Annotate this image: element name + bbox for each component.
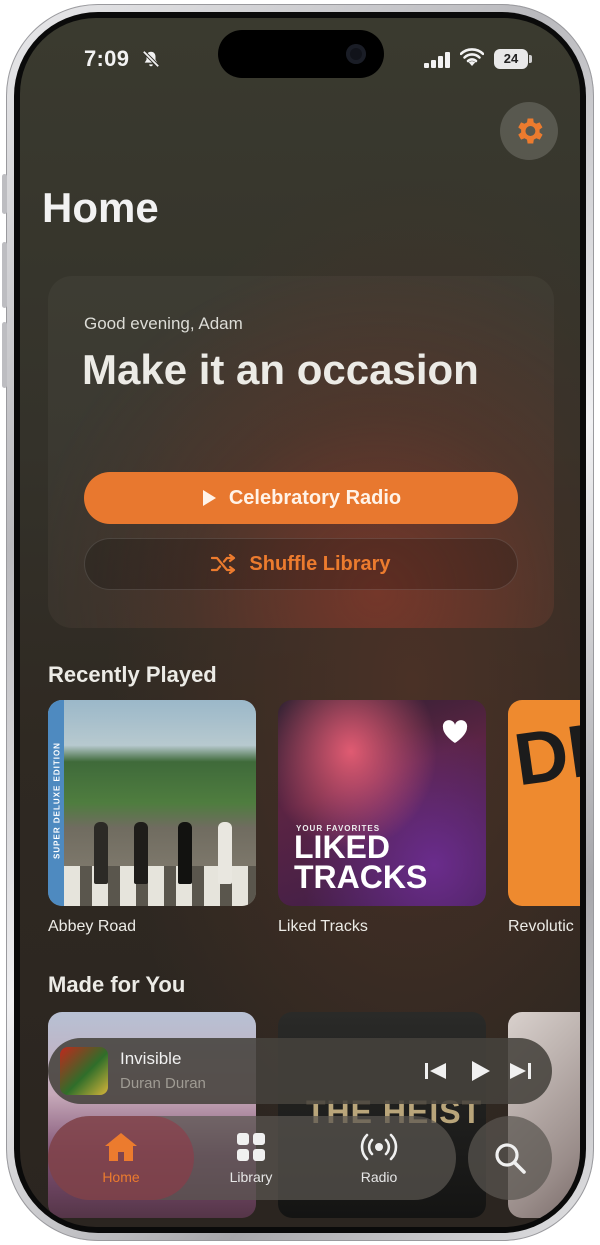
dynamic-island [218, 30, 384, 78]
heart-icon [442, 720, 468, 743]
tab-home-label: Home [102, 1169, 140, 1185]
tab-radio[interactable]: Radio [312, 1116, 446, 1200]
play-icon [472, 1061, 490, 1081]
next-track-button[interactable] [506, 1058, 534, 1084]
page-title: Home [42, 184, 159, 231]
greeting-text: Good evening, Adam [84, 314, 243, 333]
volume-up-button [2, 242, 7, 308]
mini-player[interactable]: Invisible Duran Duran [48, 1038, 552, 1104]
album-band: SUPER DELUXE EDITION [48, 700, 64, 906]
broadcast-icon [360, 1133, 398, 1161]
album-label-revolution: Revolutic [508, 918, 574, 935]
album-card-revolution[interactable]: DIPLO [508, 700, 580, 906]
clock: 7:09 [84, 46, 130, 71]
tab-library[interactable]: Library [184, 1116, 318, 1200]
playlist-label-liked-tracks: Liked Tracks [278, 918, 368, 935]
action-button [2, 174, 7, 214]
walker-figure [134, 822, 148, 884]
house-icon [105, 1133, 137, 1161]
cellular-signal-icon [424, 52, 450, 68]
walker-figure [94, 822, 108, 884]
wifi-icon [460, 48, 484, 66]
shuffle-library-button[interactable]: Shuffle Library [84, 538, 518, 590]
celebratory-radio-label: Celebratory Radio [228, 486, 402, 509]
gear-icon [518, 118, 543, 144]
recently-played-heading: Recently Played [48, 662, 217, 687]
next-icon [510, 1063, 531, 1079]
camera-icon [346, 44, 366, 64]
made-for-you-heading: Made for You [48, 972, 186, 997]
bell-slash-icon [142, 50, 160, 68]
liked-art-title: LIKED TRACKS [294, 829, 428, 895]
tab-home[interactable]: Home [48, 1116, 194, 1200]
previous-track-button[interactable] [422, 1058, 450, 1084]
walker-figure [218, 822, 232, 884]
mini-player-artist: Duran Duran [120, 1075, 206, 1092]
mini-player-title: Invisible [120, 1049, 182, 1068]
grid-icon [237, 1133, 265, 1161]
battery-indicator: 24 [494, 49, 532, 69]
hero-headline: Make it an occasion [82, 346, 479, 393]
album-card-abbey-road[interactable]: SUPER DELUXE EDITION [48, 700, 256, 906]
search-button[interactable] [468, 1116, 552, 1200]
tab-library-label: Library [229, 1169, 273, 1185]
search-icon [495, 1143, 526, 1174]
walker-figure [178, 822, 192, 884]
diplo-art-text: DIPLO [509, 700, 580, 802]
screen: 7:09 24 Home Good evening, Adam Make it … [20, 18, 580, 1227]
tab-bar: Home Library Radio [48, 1116, 456, 1200]
hero-card: Good evening, Adam Make it an occasion C… [48, 276, 554, 628]
volume-down-button [2, 322, 7, 388]
previous-icon [425, 1063, 446, 1079]
status-bar: 7:09 24 [20, 18, 580, 98]
play-icon [202, 490, 216, 506]
celebratory-radio-button[interactable]: Celebratory Radio [84, 472, 518, 524]
tab-radio-label: Radio [360, 1169, 398, 1185]
shuffle-icon [211, 554, 236, 574]
playlist-card-liked-tracks[interactable]: YOUR FAVORITES LIKED TRACKS [278, 700, 486, 906]
album-band-text: SUPER DELUXE EDITION [52, 742, 62, 859]
album-label-abbey-road: Abbey Road [48, 918, 137, 935]
settings-button[interactable] [500, 102, 558, 160]
play-button[interactable] [466, 1058, 494, 1084]
mini-player-artwork [60, 1047, 108, 1095]
shuffle-library-label: Shuffle Library [249, 552, 391, 575]
